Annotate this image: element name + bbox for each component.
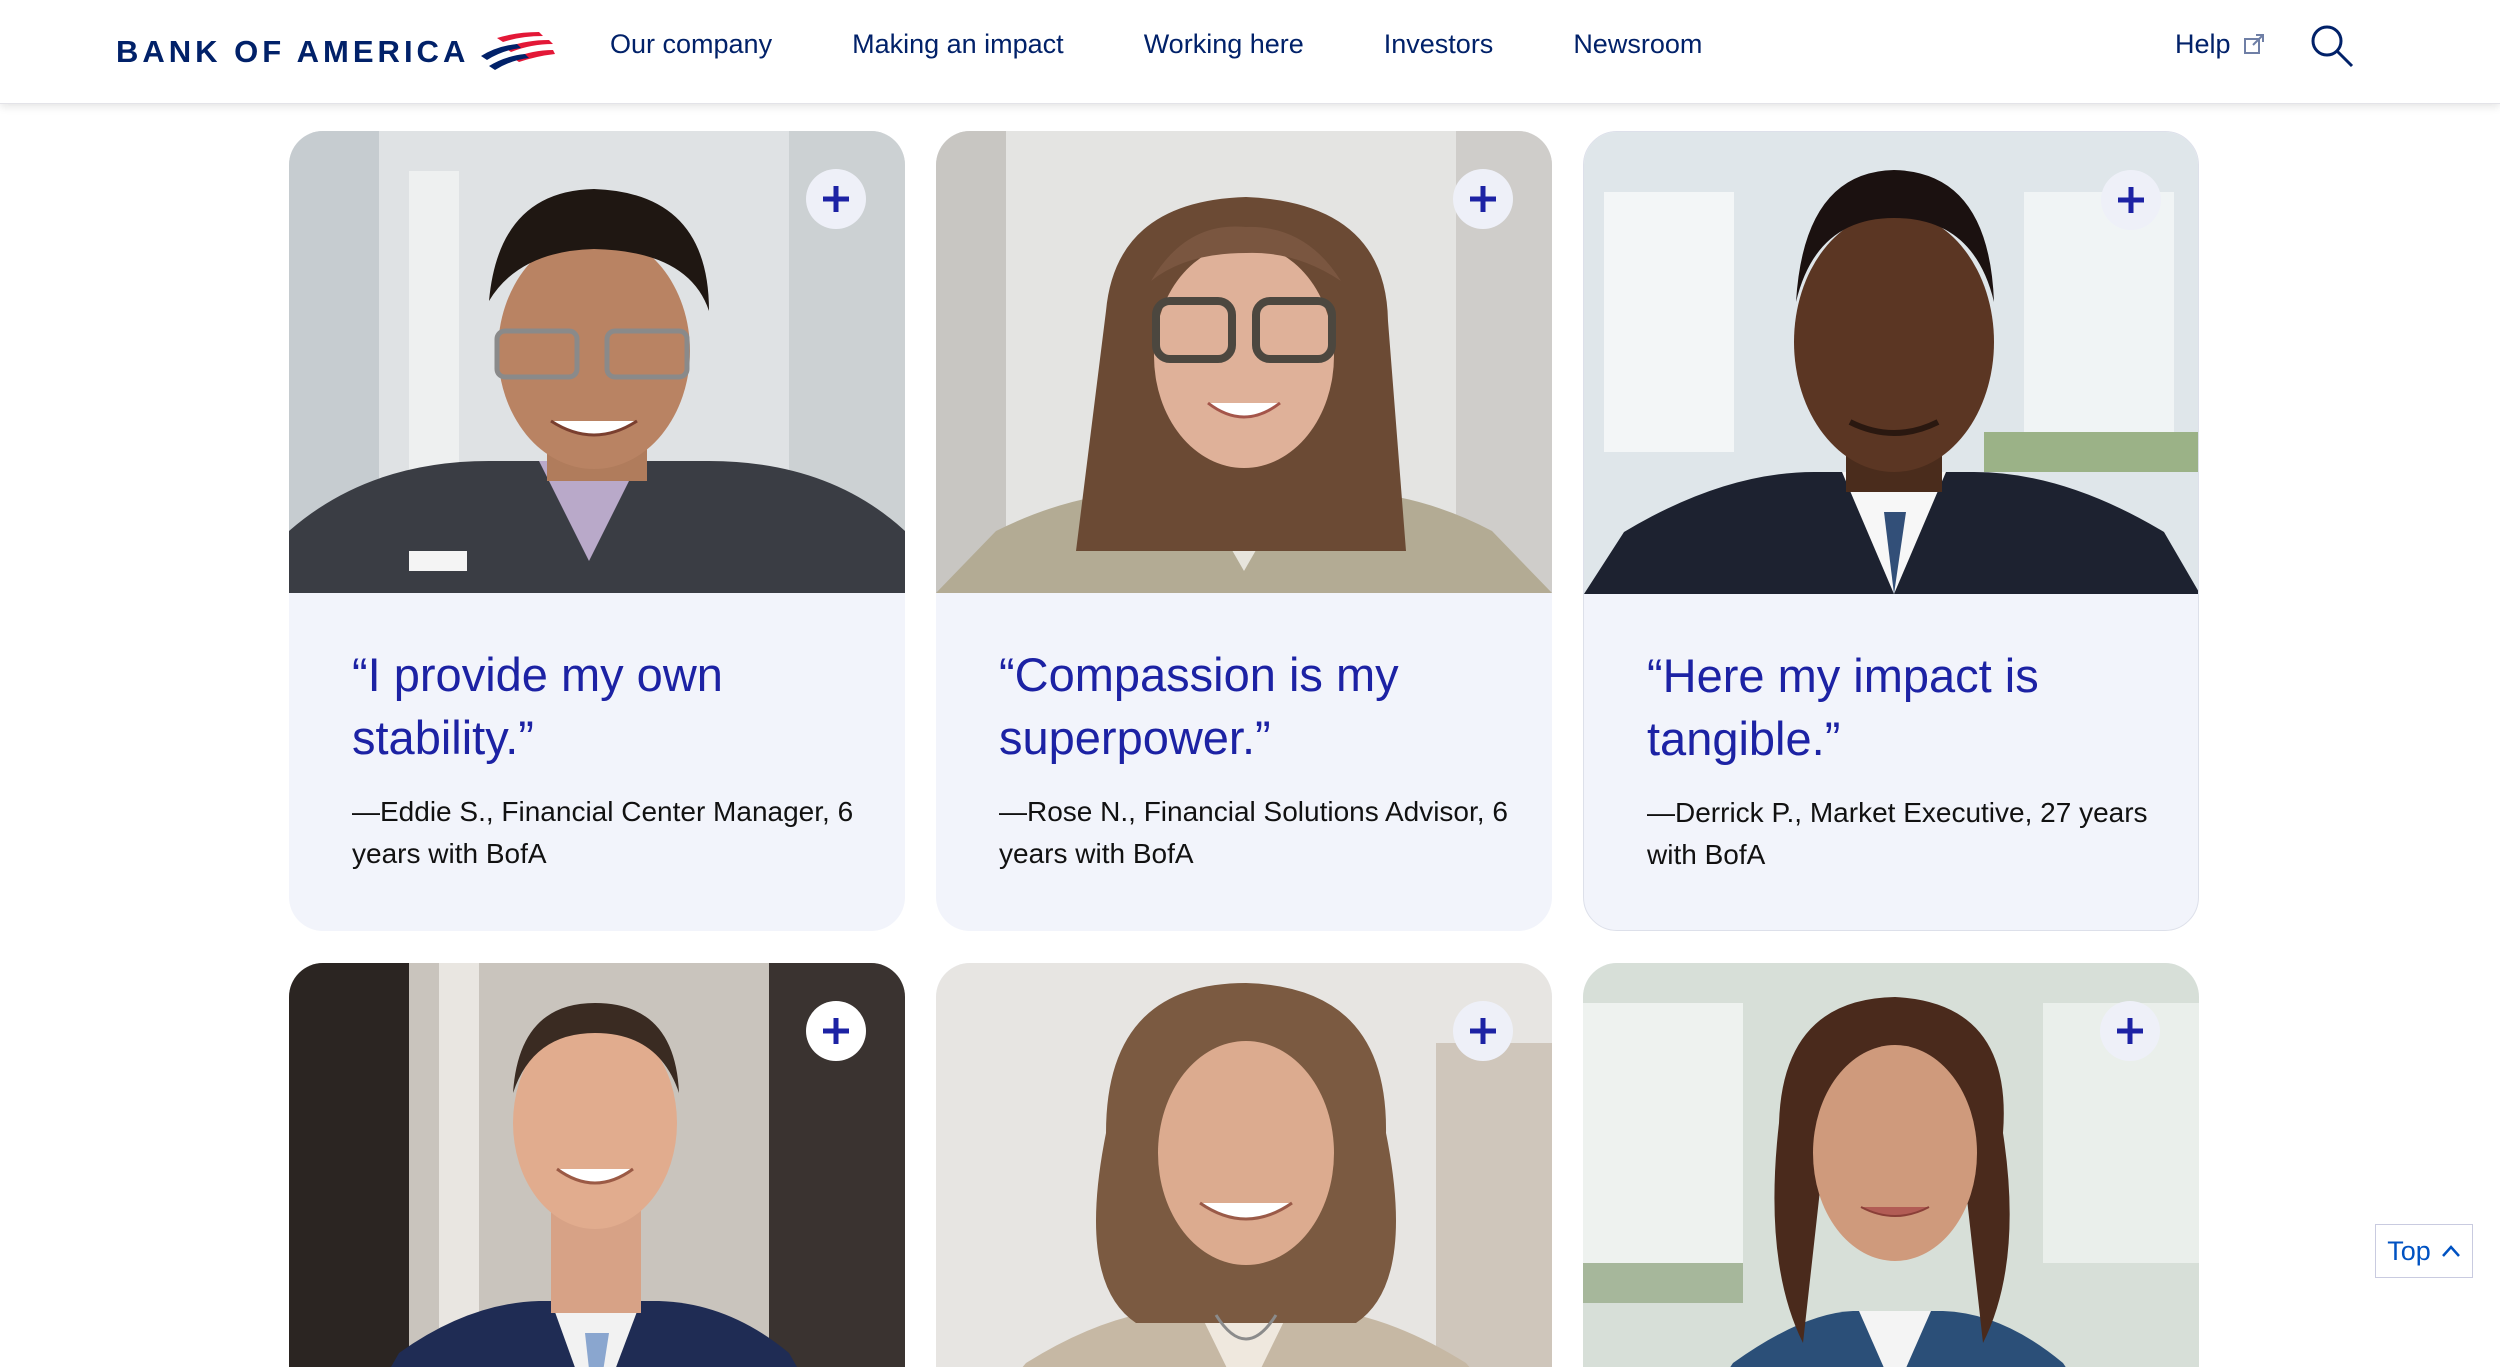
nav-newsroom[interactable]: Newsroom <box>1573 29 1702 60</box>
external-link-icon <box>2243 34 2264 54</box>
plus-icon <box>2117 1018 2143 1044</box>
site-header: BANK OF AMERICA Our company Making an im… <box>0 0 2500 104</box>
chevron-up-icon <box>2441 1245 2460 1257</box>
testimonial-card-4[interactable] <box>289 963 905 1367</box>
testimonial-quote: “Compassion is my superpower.” <box>999 648 1399 764</box>
plus-icon <box>823 186 849 212</box>
expand-button[interactable] <box>806 1001 866 1061</box>
logo-wordmark: BANK OF AMERICA <box>116 34 470 69</box>
expand-button[interactable] <box>806 169 866 229</box>
nav-our-company[interactable]: Our company <box>610 29 772 60</box>
main-nav: Our company Making an impact Working her… <box>610 0 1782 88</box>
expand-button[interactable] <box>2100 1001 2160 1061</box>
nav-investors[interactable]: Investors <box>1384 29 1494 60</box>
testimonial-quote: “Here my impact is tangible.” <box>1647 649 2039 765</box>
search-icon <box>2311 25 2354 68</box>
expand-button[interactable] <box>1453 1001 1513 1061</box>
bank-of-america-logo[interactable]: BANK OF AMERICA <box>116 18 556 86</box>
nav-making-an-impact[interactable]: Making an impact <box>852 29 1064 60</box>
plus-icon <box>1470 186 1496 212</box>
back-to-top-button[interactable]: Top <box>2375 1224 2473 1278</box>
testimonial-card-5[interactable] <box>936 963 1552 1367</box>
expand-button[interactable] <box>1453 169 1513 229</box>
top-label: Top <box>2387 1235 2431 1266</box>
testimonial-card-eddie[interactable]: “I provide my own stability.” —Eddie S.,… <box>289 131 905 931</box>
testimonial-quote: “I provide my own stability.” <box>352 648 723 764</box>
plus-icon <box>2118 187 2144 213</box>
testimonial-card-derrick[interactable]: “Here my impact is tangible.” —Derrick P… <box>1583 131 2199 931</box>
search-button[interactable] <box>2308 22 2356 70</box>
help-label: Help <box>2175 28 2231 59</box>
testimonial-attribution: —Rose N., Financial Solutions Advisor, 6… <box>999 796 1508 869</box>
card-text: “Here my impact is tangible.” —Derrick P… <box>1647 644 2157 876</box>
testimonial-attribution: —Eddie S., Financial Center Manager, 6 y… <box>352 796 854 869</box>
testimonial-card-6[interactable] <box>1583 963 2199 1367</box>
testimonial-attribution: —Derrick P., Market Executive, 27 years … <box>1647 797 2148 870</box>
help-link[interactable]: Help <box>2175 0 2265 88</box>
expand-button[interactable] <box>2101 170 2161 230</box>
plus-icon <box>1470 1018 1496 1044</box>
card-text: “Compassion is my superpower.” —Rose N.,… <box>999 643 1509 875</box>
flag-logo-icon <box>481 32 556 70</box>
nav-working-here[interactable]: Working here <box>1144 29 1304 60</box>
card-text: “I provide my own stability.” —Eddie S.,… <box>352 643 862 875</box>
plus-icon <box>823 1018 849 1044</box>
testimonial-card-rose[interactable]: “Compassion is my superpower.” —Rose N.,… <box>936 131 1552 931</box>
